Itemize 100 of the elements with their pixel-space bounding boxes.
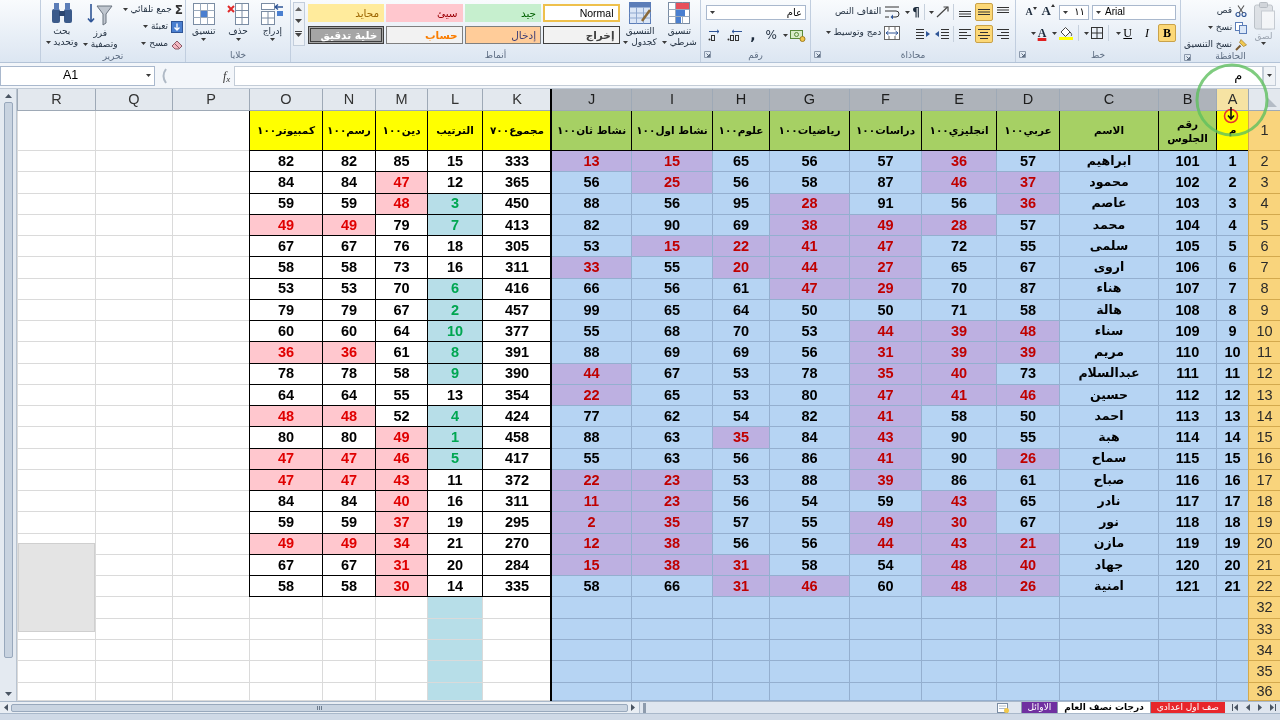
row-header[interactable]: 32 — [1248, 597, 1280, 619]
column-header[interactable]: H — [712, 89, 769, 111]
cell-style-option[interactable]: إدخال — [464, 26, 542, 44]
column-header[interactable]: J — [551, 89, 631, 111]
cell-style-option[interactable]: جيد — [464, 4, 542, 22]
conditional-formatting-button[interactable]: تنسيق شرطي — [660, 2, 698, 48]
column-header[interactable]: Q — [95, 89, 172, 111]
copy-button[interactable]: نسخ — [1184, 20, 1248, 35]
font-size-field[interactable]: ١١ — [1059, 4, 1089, 20]
align-center-button[interactable] — [975, 25, 993, 43]
row-header[interactable]: 4 — [1248, 193, 1280, 215]
italic-button[interactable]: I — [1138, 24, 1156, 42]
row-header[interactable]: 15 — [1248, 427, 1280, 449]
first-sheet-icon[interactable] — [1232, 704, 1238, 711]
column-header[interactable]: L — [427, 89, 482, 111]
scrollbar-thumb[interactable] — [3, 102, 13, 658]
row-header[interactable]: 16 — [1248, 448, 1280, 470]
sort-filter-button[interactable]: فرز وتصفية — [81, 2, 119, 50]
column-header[interactable]: N — [322, 89, 375, 111]
insert-sheet-icon[interactable] — [996, 702, 1009, 713]
column-header[interactable]: O — [249, 89, 322, 111]
shrink-font-button[interactable]: A — [1024, 4, 1038, 20]
format-painter-button[interactable]: نسخ التنسيق — [1184, 37, 1248, 52]
column-header[interactable]: A — [1216, 89, 1248, 111]
column-header[interactable]: I — [631, 89, 712, 111]
function-button[interactable]: f$_{x}$ — [223, 69, 231, 82]
right-arrow-icon[interactable] — [631, 704, 635, 711]
row-header[interactable]: 10 — [1248, 321, 1280, 343]
comma-button[interactable]: , — [746, 26, 760, 44]
font-name-field[interactable]: Arial — [1092, 4, 1176, 20]
wrap-text-button[interactable]: التفاف النص — [825, 4, 901, 19]
horizontal-scrollbar[interactable] — [0, 702, 640, 713]
last-sheet-icon[interactable] — [1270, 704, 1276, 711]
cut-button[interactable]: قص — [1184, 3, 1248, 18]
fill-color-button[interactable] — [1050, 24, 1076, 42]
fill-button[interactable]: تعبئة — [119, 19, 183, 34]
cell-style-option[interactable]: محايد — [307, 4, 385, 22]
column-header[interactable]: C — [1059, 89, 1158, 111]
row-header[interactable]: 18 — [1248, 491, 1280, 513]
left-arrow-icon[interactable] — [4, 704, 8, 711]
column-header[interactable]: P — [172, 89, 249, 111]
dialog-launcher-icon[interactable] — [1019, 51, 1026, 58]
row-header[interactable]: 12 — [1248, 363, 1280, 385]
dialog-launcher-icon[interactable] — [704, 51, 711, 58]
row-header[interactable]: 35 — [1248, 661, 1280, 683]
underline-button[interactable]: U — [1112, 24, 1136, 42]
bold-button[interactable]: B — [1158, 24, 1176, 42]
scrollbar-thumb[interactable] — [11, 703, 628, 712]
row-header[interactable]: 21 — [1248, 554, 1280, 576]
column-header[interactable]: M — [375, 89, 427, 111]
up-arrow-icon[interactable] — [4, 94, 12, 98]
formula-field[interactable]: م — [234, 65, 1264, 86]
row-header[interactable]: 2 — [1248, 151, 1280, 173]
left-arrow-icon[interactable] — [1246, 704, 1250, 711]
column-header[interactable]: B — [1158, 89, 1216, 111]
percent-button[interactable]: % — [762, 26, 780, 44]
row-header[interactable]: 5 — [1248, 214, 1280, 236]
insert-cells-button[interactable]: إدراج — [256, 3, 288, 41]
cell-style-option[interactable]: إخراج — [543, 26, 620, 44]
column-header[interactable]: G — [769, 89, 849, 111]
row-header[interactable]: 33 — [1248, 618, 1280, 641]
borders-button[interactable] — [1082, 24, 1106, 42]
row-header[interactable]: 34 — [1248, 640, 1280, 662]
column-header[interactable]: E — [921, 89, 996, 111]
up-arrow-icon[interactable] — [295, 7, 303, 11]
row-header[interactable]: 14 — [1248, 406, 1280, 428]
font-color-button[interactable]: A — [1028, 24, 1049, 42]
delete-cells-button[interactable]: حذف — [222, 3, 254, 41]
row-header[interactable]: 3 — [1248, 172, 1280, 194]
format-cells-button[interactable]: تنسيق — [188, 3, 220, 41]
row-header[interactable]: 9 — [1248, 299, 1280, 321]
down-arrow-icon[interactable] — [4, 692, 12, 696]
cell-style-option[interactable]: Normal — [543, 4, 620, 22]
column-header[interactable]: D — [996, 89, 1059, 111]
number-format-field[interactable]: عام — [706, 5, 806, 20]
row-header[interactable]: 11 — [1248, 342, 1280, 364]
merge-center-button[interactable]: دمج وتوسيط — [825, 25, 901, 40]
column-header[interactable]: F — [849, 89, 921, 111]
align-middle-button[interactable] — [975, 3, 993, 21]
name-box[interactable]: A1 — [0, 65, 155, 86]
dialog-launcher-icon[interactable] — [1184, 54, 1191, 61]
row-header[interactable]: 7 — [1248, 257, 1280, 279]
row-header[interactable]: 8 — [1248, 278, 1280, 300]
increase-decimal-button[interactable] — [727, 26, 744, 44]
row-header[interactable]: 22 — [1248, 576, 1280, 598]
more-arrow-icon[interactable] — [295, 31, 303, 37]
down-arrow-icon[interactable] — [295, 19, 303, 23]
row-header[interactable]: 20 — [1248, 533, 1280, 555]
row-header[interactable]: 1 — [1248, 111, 1280, 151]
dialog-launcher-icon[interactable] — [814, 51, 821, 58]
clear-button[interactable]: مسح — [119, 36, 183, 51]
format-as-table-button[interactable]: التنسيق كجدول — [620, 2, 660, 48]
cell-style-option[interactable]: سيئ — [386, 4, 463, 22]
expand-formula-button[interactable] — [1263, 65, 1277, 86]
column-header[interactable]: R — [17, 89, 95, 111]
row-header[interactable]: 17 — [1248, 469, 1280, 491]
row-header[interactable]: 19 — [1248, 512, 1280, 534]
find-select-button[interactable]: بحث وتحديد — [43, 2, 81, 48]
right-arrow-icon[interactable] — [1258, 704, 1262, 711]
vertical-scrollbar[interactable] — [0, 89, 17, 701]
